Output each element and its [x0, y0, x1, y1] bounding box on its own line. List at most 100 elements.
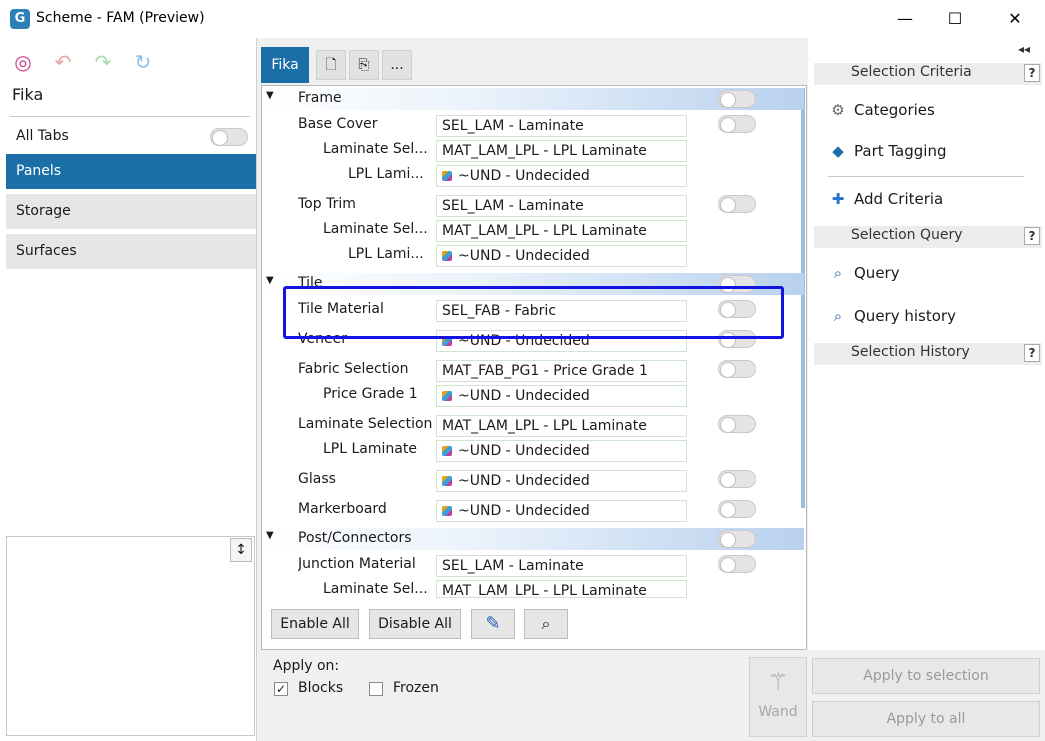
- more-button[interactable]: ...: [382, 50, 412, 80]
- apply-to-all-button[interactable]: Apply to all: [812, 701, 1040, 737]
- prop-value[interactable]: MAT_LAM_LPL - LPL Laminate: [436, 140, 687, 162]
- divider: [828, 176, 1024, 177]
- collapse-arrow-icon[interactable]: ▼: [266, 90, 274, 101]
- group-post-toggle[interactable]: [718, 530, 756, 548]
- notes-box[interactable]: [6, 536, 255, 736]
- frozen-label: Frozen: [393, 680, 439, 696]
- part-tagging-item[interactable]: ◆ Part Tagging: [828, 139, 946, 163]
- prop-toggle[interactable]: [718, 195, 756, 213]
- redo-icon[interactable]: ↷: [90, 50, 116, 74]
- prop-toggle[interactable]: [718, 415, 756, 433]
- prop-value[interactable]: SEL_LAM - Laminate: [436, 555, 687, 577]
- prop-value[interactable]: ~UND - Undecided: [436, 470, 687, 492]
- close-button[interactable]: ✕: [987, 0, 1043, 38]
- prop-label: Junction Material: [298, 556, 416, 572]
- prop-label: Glass: [298, 471, 336, 487]
- collapse-panel-icon[interactable]: ◂◂: [1018, 42, 1030, 56]
- prop-label: Markerboard: [298, 501, 387, 517]
- search-icon[interactable]: ⌕: [524, 609, 568, 639]
- prop-label: LPL Lami...: [348, 246, 424, 262]
- material-swatch-icon: [442, 251, 452, 261]
- prop-toggle[interactable]: [718, 555, 756, 573]
- prop-value[interactable]: MAT_LAM_LPL - LPL Laminate: [436, 220, 687, 242]
- query-history-icon: ⌕: [833, 307, 843, 325]
- scheme-search-icon[interactable]: ◎: [10, 50, 36, 74]
- prop-label: Laminate Selection: [298, 416, 433, 432]
- new-page-icon[interactable]: 🗋: [316, 50, 346, 80]
- prop-value[interactable]: MAT_LAM_LPL - LPL Laminate: [436, 415, 687, 437]
- prop-toggle[interactable]: [718, 360, 756, 378]
- scheme-name: Fika: [12, 85, 44, 104]
- prop-value[interactable]: SEL_LAM - Laminate: [436, 195, 687, 217]
- blocks-checkbox[interactable]: ✓: [274, 682, 288, 696]
- eyedropper-icon[interactable]: ✎: [471, 609, 515, 639]
- maximize-button[interactable]: ☐: [927, 0, 983, 38]
- query-search-icon: ⌕: [833, 264, 843, 282]
- enable-all-button[interactable]: Enable All: [271, 609, 359, 639]
- prop-label: Fabric Selection: [298, 361, 409, 377]
- categories-icon: ⚙: [831, 101, 845, 119]
- categories-item[interactable]: ⚙ Categories: [828, 98, 935, 122]
- prop-value[interactable]: ~UND - Undecided: [436, 440, 687, 462]
- highlight-box: [283, 286, 784, 339]
- collapse-arrow-icon[interactable]: ▼: [266, 275, 274, 286]
- help-icon[interactable]: ?: [1024, 64, 1040, 82]
- prop-toggle[interactable]: [718, 115, 756, 133]
- copy-icon[interactable]: ⎘: [349, 50, 379, 80]
- nav-item-surfaces[interactable]: Surfaces: [6, 234, 256, 269]
- material-swatch-icon: [442, 506, 452, 516]
- prop-label: Laminate Sel...: [323, 221, 428, 237]
- minimize-button[interactable]: —: [877, 0, 933, 38]
- prop-label: Top Trim: [298, 196, 356, 212]
- section-selection-query: Selection Query ?: [814, 226, 1042, 248]
- prop-label: Laminate Sel...: [323, 581, 428, 597]
- help-icon[interactable]: ?: [1024, 344, 1040, 362]
- material-swatch-icon: [442, 171, 452, 181]
- wand-button[interactable]: ⚚ Wand: [749, 657, 807, 737]
- help-icon[interactable]: ?: [1024, 227, 1040, 245]
- group-frame-toggle[interactable]: [718, 90, 756, 108]
- prop-value[interactable]: SEL_LAM - Laminate: [436, 115, 687, 137]
- apply-to-selection-button[interactable]: Apply to selection: [812, 658, 1040, 694]
- plus-icon: ✚: [831, 190, 845, 208]
- prop-label: LPL Lami...: [348, 166, 424, 182]
- prop-value[interactable]: ~UND - Undecided: [436, 165, 687, 187]
- prop-toggle[interactable]: [718, 470, 756, 488]
- disable-all-button[interactable]: Disable All: [369, 609, 461, 639]
- tag-icon: ◆: [832, 142, 844, 160]
- query-item[interactable]: ⌕ Query: [828, 261, 900, 285]
- prop-label: LPL Laminate: [323, 441, 417, 457]
- window-title: Scheme - FAM (Preview): [36, 10, 205, 26]
- prop-label: Base Cover: [298, 116, 378, 132]
- prop-value[interactable]: MAT_FAB_PG1 - Price Grade 1: [436, 360, 687, 382]
- divider: [10, 116, 250, 117]
- nav-item-panels[interactable]: Panels: [6, 154, 256, 189]
- prop-value[interactable]: ~UND - Undecided: [436, 385, 687, 407]
- app-logo-icon: G: [10, 9, 30, 29]
- query-history-item[interactable]: ⌕ Query history: [828, 304, 956, 328]
- resize-notes-button[interactable]: ↕: [230, 538, 252, 562]
- prop-value[interactable]: MAT_LAM_LPL - LPL Laminate: [436, 580, 687, 598]
- prop-label: Laminate Sel...: [323, 141, 428, 157]
- section-selection-criteria: Selection Criteria ?: [814, 63, 1042, 85]
- collapse-arrow-icon[interactable]: ▼: [266, 530, 274, 541]
- blocks-label: Blocks: [298, 680, 344, 696]
- frozen-checkbox[interactable]: [369, 682, 383, 696]
- tab-fika[interactable]: Fika: [261, 47, 309, 83]
- all-tabs-toggle[interactable]: [210, 128, 248, 146]
- undo-icon[interactable]: ↶: [50, 50, 76, 74]
- prop-toggle[interactable]: [718, 500, 756, 518]
- material-swatch-icon: [442, 391, 452, 401]
- material-swatch-icon: [442, 446, 452, 456]
- add-criteria-item[interactable]: ✚ Add Criteria: [828, 187, 944, 211]
- material-swatch-icon: [442, 476, 452, 486]
- refresh-icon[interactable]: ↻: [130, 50, 156, 74]
- prop-value[interactable]: ~UND - Undecided: [436, 245, 687, 267]
- grid-scrollbar[interactable]: [801, 88, 805, 508]
- prop-value[interactable]: ~UND - Undecided: [436, 500, 687, 522]
- all-tabs-label: All Tabs: [16, 128, 69, 144]
- apply-on-label: Apply on:: [273, 658, 340, 674]
- wand-icon: ⚚: [767, 668, 789, 696]
- nav-item-storage[interactable]: Storage: [6, 194, 256, 229]
- section-selection-history: Selection History ?: [814, 343, 1042, 365]
